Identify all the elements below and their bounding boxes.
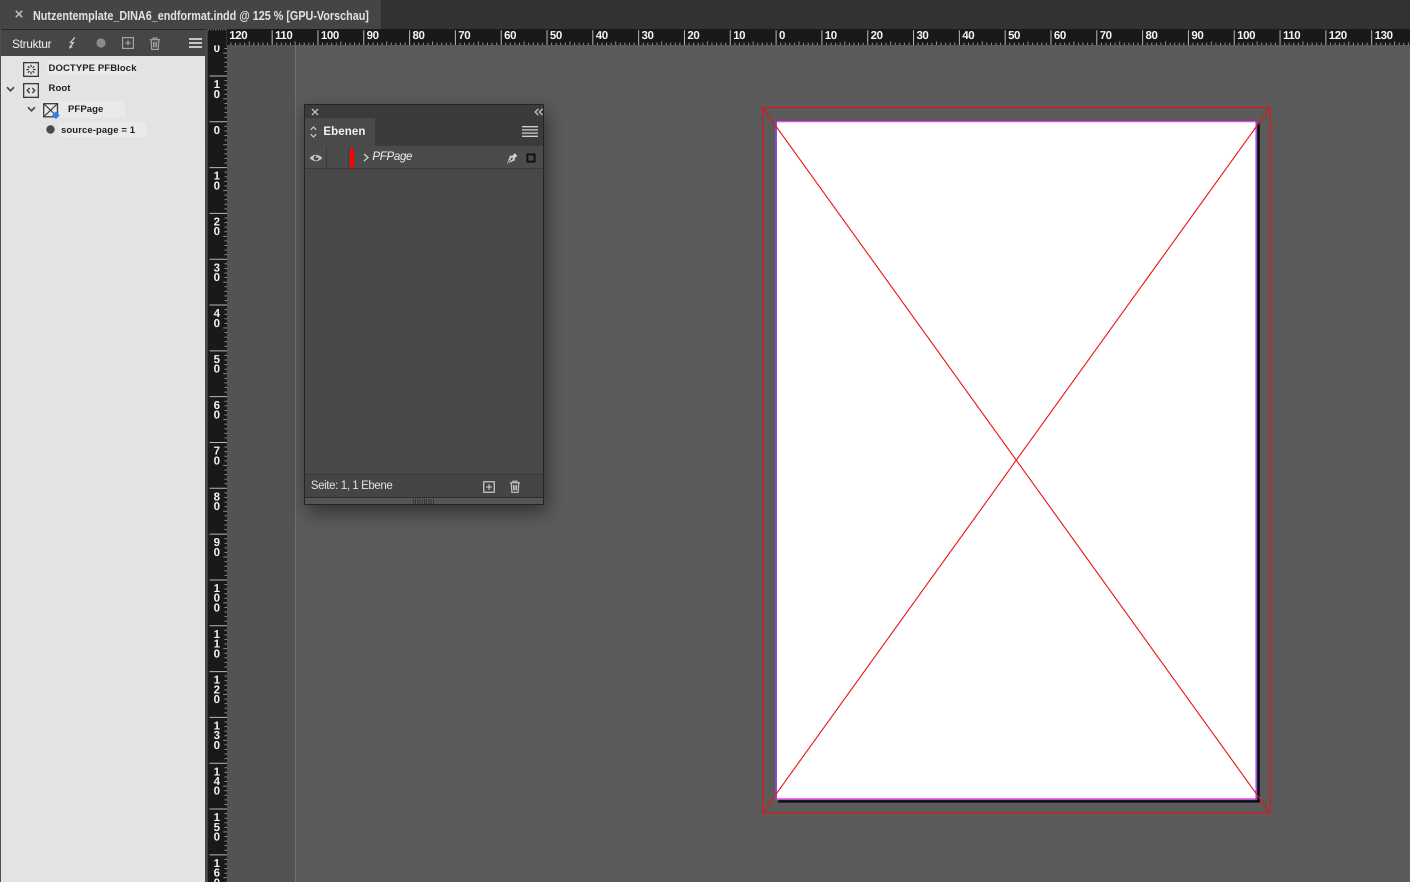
svg-text:0: 0 [213, 831, 219, 843]
svg-text:100: 100 [320, 30, 338, 42]
svg-text:120: 120 [229, 30, 247, 42]
svg-text:130: 130 [1374, 30, 1392, 42]
svg-text:0: 0 [213, 877, 219, 882]
svg-text:20: 20 [687, 30, 699, 42]
svg-text:90: 90 [1191, 30, 1203, 42]
svg-text:60: 60 [1053, 30, 1065, 42]
svg-text:0: 0 [213, 546, 219, 558]
svg-text:0: 0 [213, 180, 219, 192]
svg-text:40: 40 [962, 30, 974, 42]
svg-text:100: 100 [1237, 30, 1255, 42]
svg-text:60: 60 [504, 30, 516, 42]
svg-text:0: 0 [213, 455, 219, 467]
svg-text:0: 0 [213, 124, 219, 136]
svg-text:50: 50 [549, 30, 561, 42]
svg-text:120: 120 [1328, 30, 1346, 42]
svg-text:10: 10 [733, 30, 745, 42]
svg-text:20: 20 [870, 30, 882, 42]
svg-text:70: 70 [1099, 30, 1111, 42]
svg-text:0: 0 [213, 317, 219, 329]
svg-text:0: 0 [779, 30, 785, 42]
svg-text:110: 110 [275, 30, 292, 42]
svg-text:0: 0 [213, 409, 219, 421]
svg-text:10: 10 [824, 30, 836, 42]
svg-text:0: 0 [213, 785, 219, 797]
svg-text:50: 50 [1008, 30, 1020, 42]
svg-text:30: 30 [916, 30, 928, 42]
svg-text:110: 110 [1282, 30, 1299, 42]
svg-text:0: 0 [213, 272, 219, 284]
svg-text:40: 40 [595, 30, 607, 42]
svg-text:80: 80 [412, 30, 424, 42]
svg-text:0: 0 [213, 739, 219, 751]
svg-text:70: 70 [458, 30, 470, 42]
svg-text:0: 0 [213, 88, 219, 100]
svg-text:90: 90 [366, 30, 378, 42]
svg-text:30: 30 [641, 30, 653, 42]
svg-text:0: 0 [213, 694, 219, 706]
svg-text:0: 0 [213, 602, 219, 614]
svg-text:0: 0 [213, 363, 219, 375]
svg-text:0: 0 [213, 648, 219, 660]
svg-text:80: 80 [1145, 30, 1157, 42]
svg-text:0: 0 [213, 226, 219, 238]
svg-text:0: 0 [213, 501, 219, 513]
